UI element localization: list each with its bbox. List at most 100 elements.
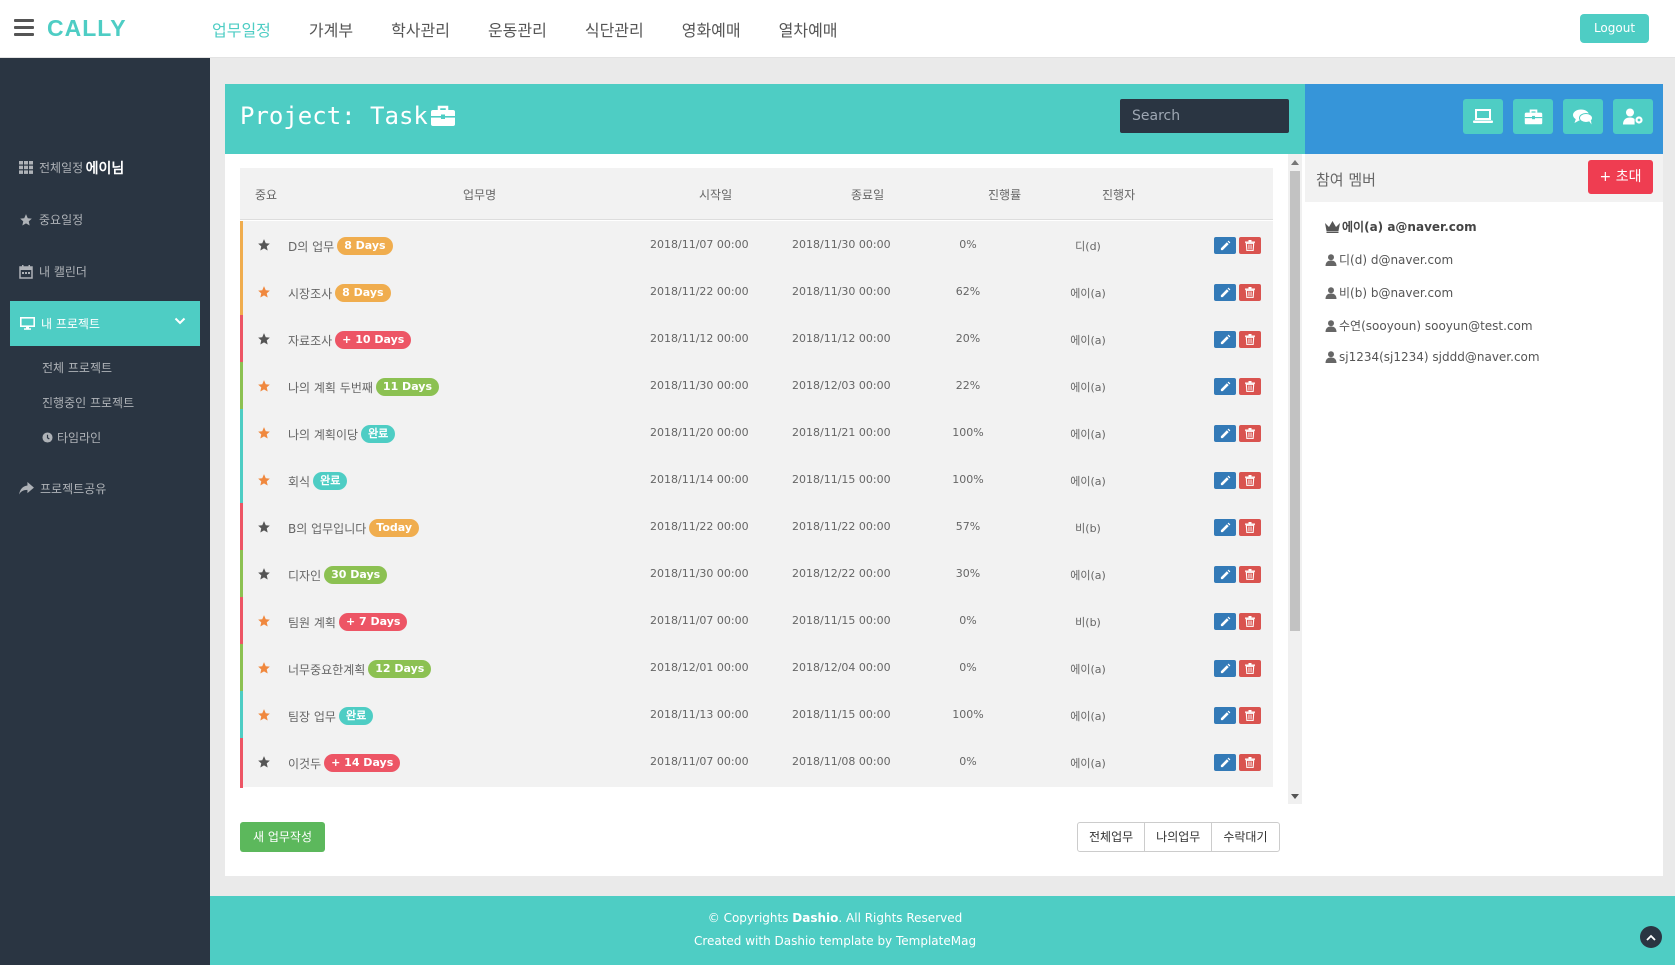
logout-button[interactable]: Logout: [1580, 14, 1649, 43]
star-icon[interactable]: [257, 473, 271, 487]
chat-button[interactable]: [1563, 99, 1603, 134]
col-task-name[interactable]: 업무명: [463, 186, 496, 203]
scroll-thumb[interactable]: [1290, 171, 1300, 631]
star-icon[interactable]: [257, 567, 271, 581]
table-row[interactable]: 디자인 30 Days 2018/11/30 00:00 2018/12/22 00:…: [240, 550, 1273, 600]
edit-button[interactable]: [1214, 237, 1236, 254]
delete-button[interactable]: [1239, 566, 1261, 583]
col-important[interactable]: 중요: [255, 186, 277, 203]
nav-household-ledger[interactable]: 가계부: [309, 17, 353, 41]
nav-diet[interactable]: 식단관리: [585, 17, 644, 41]
task-name[interactable]: 디자인 30 Days: [288, 566, 388, 584]
delete-button[interactable]: [1239, 378, 1261, 395]
nav-academic[interactable]: 학사관리: [391, 17, 450, 41]
table-row[interactable]: B의 업무입니다 Today 2018/11/22 00:00 2018/11/22 …: [240, 503, 1273, 553]
scroll-up-arrow-icon[interactable]: [1291, 160, 1299, 165]
edit-button[interactable]: [1214, 613, 1236, 630]
task-name[interactable]: 나의 계획이당 완료: [288, 425, 396, 443]
task-name[interactable]: 이것두 + 14 Days: [288, 754, 401, 772]
task-name[interactable]: B의 업무입니다 Today: [288, 519, 420, 537]
delete-button[interactable]: [1239, 284, 1261, 301]
sidebar-item-label: 전체일정: [39, 161, 84, 175]
col-assignee[interactable]: 진행자: [1102, 186, 1135, 203]
nav-movie-booking[interactable]: 영화예매: [682, 17, 741, 41]
sidebar-item-all-schedule[interactable]: 전체일정: [19, 159, 83, 176]
table-row[interactable]: 너무중요한계획 12 Days 2018/12/01 00:00 2018/12/04…: [240, 644, 1273, 694]
sidebar-item-project-share[interactable]: 프로젝트공유: [19, 480, 106, 497]
table-row[interactable]: 시장조사 8 Days 2018/11/22 00:00 2018/11/30 00:…: [240, 268, 1273, 318]
briefcase-button[interactable]: [1513, 99, 1553, 134]
delete-button[interactable]: [1239, 660, 1261, 677]
sidebar-sub-all-projects[interactable]: 전체 프로젝트: [42, 359, 112, 376]
nav-exercise[interactable]: 운동관리: [488, 17, 547, 41]
edit-button[interactable]: [1214, 660, 1236, 677]
task-name[interactable]: 회식 완료: [288, 472, 348, 490]
table-scrollbar[interactable]: [1288, 154, 1302, 804]
star-icon[interactable]: [257, 708, 271, 722]
task-name[interactable]: D의 업무 8 Days: [288, 237, 393, 255]
nav-train-booking[interactable]: 열차예매: [779, 17, 838, 41]
star-icon[interactable]: [257, 661, 271, 675]
scroll-down-arrow-icon[interactable]: [1291, 794, 1299, 799]
app-logo[interactable]: CALLY: [47, 15, 127, 42]
star-icon[interactable]: [257, 614, 271, 628]
col-start-date[interactable]: 시작일: [699, 186, 732, 203]
delete-button[interactable]: [1239, 237, 1261, 254]
edit-button[interactable]: [1214, 378, 1236, 395]
sidebar-item-my-calendar[interactable]: 내 캘린더: [19, 263, 87, 280]
star-icon[interactable]: [257, 426, 271, 440]
filter-my-tasks-button[interactable]: 나의업무: [1144, 822, 1213, 852]
delete-button[interactable]: [1239, 472, 1261, 489]
new-task-button[interactable]: 새 업무작성: [240, 822, 325, 852]
filter-pending-button[interactable]: 수락대기: [1211, 822, 1280, 852]
star-icon[interactable]: [257, 379, 271, 393]
star-icon[interactable]: [257, 285, 271, 299]
table-row[interactable]: 팀장 업무 완료 2018/11/13 00:00 2018/11/15 00:00 1…: [240, 691, 1273, 741]
edit-button[interactable]: [1214, 754, 1236, 771]
invite-button[interactable]: + 초대: [1588, 160, 1653, 194]
table-row[interactable]: 자료조사 + 10 Days 2018/11/12 00:00 2018/11/12 …: [240, 315, 1273, 365]
edit-button[interactable]: [1214, 425, 1236, 442]
user-settings-button[interactable]: [1613, 99, 1653, 134]
task-name[interactable]: 자료조사 + 10 Days: [288, 331, 412, 349]
delete-button[interactable]: [1239, 754, 1261, 771]
table-row[interactable]: 이것두 + 14 Days 2018/11/07 00:00 2018/11/08 0…: [240, 738, 1273, 788]
back-to-top-button[interactable]: [1640, 926, 1662, 948]
edit-button[interactable]: [1214, 284, 1236, 301]
delete-button[interactable]: [1239, 519, 1261, 536]
search-input[interactable]: [1120, 99, 1289, 133]
col-end-date[interactable]: 종료일: [851, 186, 884, 203]
delete-button[interactable]: [1239, 425, 1261, 442]
table-row[interactable]: 나의 계획이당 완료 2018/11/20 00:00 2018/11/21 00:0…: [240, 409, 1273, 459]
menu-toggle-icon[interactable]: [14, 19, 34, 36]
sidebar-sub-timeline[interactable]: 타임라인: [42, 429, 101, 446]
star-icon[interactable]: [257, 520, 271, 534]
edit-button[interactable]: [1214, 331, 1236, 348]
task-name[interactable]: 시장조사 8 Days: [288, 284, 391, 302]
sidebar-item-my-projects[interactable]: 내 프로젝트: [10, 301, 200, 346]
sidebar-item-important[interactable]: 중요일정: [19, 211, 83, 228]
col-progress[interactable]: 진행률: [988, 186, 1021, 203]
table-row[interactable]: D의 업무 8 Days 2018/11/07 00:00 2018/11/30 00…: [240, 221, 1273, 271]
star-icon[interactable]: [257, 332, 271, 346]
sidebar-sub-active-projects[interactable]: 진행중인 프로젝트: [42, 394, 134, 411]
task-name[interactable]: 너무중요한계획 12 Days: [288, 660, 432, 678]
task-name[interactable]: 팀장 업무 완료: [288, 707, 374, 725]
table-row[interactable]: 회식 완료 2018/11/14 00:00 2018/11/15 00:00 100%…: [240, 456, 1273, 506]
edit-button[interactable]: [1214, 707, 1236, 724]
edit-button[interactable]: [1214, 519, 1236, 536]
delete-button[interactable]: [1239, 331, 1261, 348]
delete-button[interactable]: [1239, 613, 1261, 630]
task-name[interactable]: 팀원 계획 + 7 Days: [288, 613, 408, 631]
delete-button[interactable]: [1239, 707, 1261, 724]
star-icon[interactable]: [257, 755, 271, 769]
task-name[interactable]: 나의 계획 두번째 11 Days: [288, 378, 439, 396]
edit-button[interactable]: [1214, 472, 1236, 489]
star-icon[interactable]: [257, 238, 271, 252]
table-row[interactable]: 팀원 계획 + 7 Days 2018/11/07 00:00 2018/11/15 …: [240, 597, 1273, 647]
edit-button[interactable]: [1214, 566, 1236, 583]
nav-work-schedule[interactable]: 업무일정: [212, 17, 271, 41]
laptop-button[interactable]: [1463, 99, 1503, 134]
filter-all-tasks-button[interactable]: 전체업무: [1077, 822, 1146, 852]
table-row[interactable]: 나의 계획 두번째 11 Days 2018/11/30 00:00 2018/12/…: [240, 362, 1273, 412]
